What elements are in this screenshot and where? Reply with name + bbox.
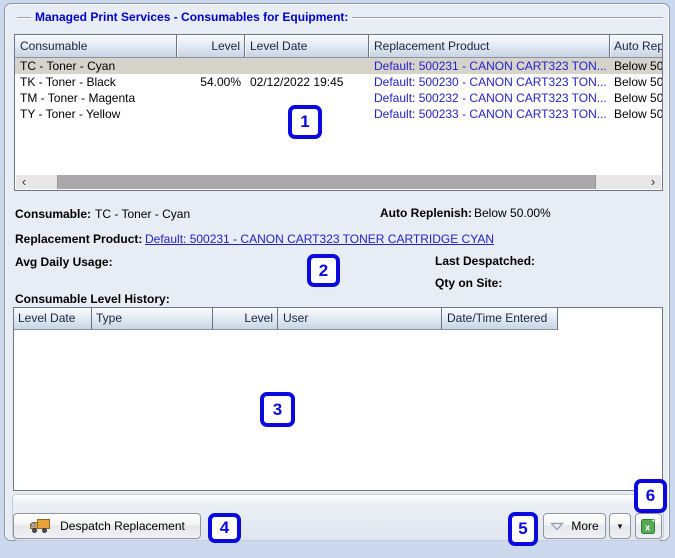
- scroll-right-icon[interactable]: ›: [645, 175, 661, 189]
- column-header-auto-rep[interactable]: Auto Rep: [610, 35, 662, 57]
- cell-replacement-product: Default: 500230 - CANON CART323 TON...: [374, 75, 607, 89]
- column-header-type[interactable]: Type: [92, 308, 213, 330]
- consumable-label: Consumable:: [15, 207, 92, 221]
- callout-4: 4: [208, 513, 241, 543]
- scrollbar-thumb[interactable]: [57, 175, 596, 189]
- more-dropdown-button[interactable]: ▼: [609, 513, 631, 539]
- more-label: More: [571, 519, 599, 533]
- consumables-table-header: Consumable Level Level Date Replacement …: [15, 35, 662, 58]
- replacement-product-label: Replacement Product:: [15, 232, 143, 246]
- triangle-down-outline-icon: [550, 522, 565, 531]
- column-header-date-time-entered[interactable]: Date/Time Entered: [442, 308, 558, 330]
- excel-export-icon: x: [640, 518, 657, 535]
- cell-level: [177, 106, 245, 122]
- svg-text:x: x: [645, 522, 651, 533]
- callout-3: 3: [260, 392, 295, 427]
- cell-level: [177, 90, 245, 106]
- screen: Managed Print Services - Consumables for…: [0, 0, 675, 558]
- caret-down-icon: ▼: [616, 521, 624, 531]
- despatch-replacement-label: Despatch Replacement: [60, 519, 185, 533]
- callout-2: 2: [307, 254, 340, 287]
- column-header-replacement-product[interactable]: Replacement Product: [369, 35, 610, 57]
- column-header-consumable[interactable]: Consumable: [15, 35, 177, 57]
- callout-6: 6: [634, 479, 667, 513]
- cell-level-date: [245, 90, 369, 106]
- consumables-table: Consumable Level Level Date Replacement …: [14, 34, 663, 191]
- cell-auto-rep: Below 50.: [614, 59, 662, 73]
- panel-title: Managed Print Services - Consumables for…: [31, 10, 353, 24]
- history-table-header: Level Date Type Level User Date/Time Ent…: [14, 308, 662, 330]
- export-to-excel-button[interactable]: x: [635, 513, 662, 539]
- column-header-level-date[interactable]: Level Date: [245, 35, 369, 57]
- truck-icon: [29, 518, 51, 534]
- column-header-level[interactable]: Level: [177, 35, 245, 57]
- consumable-value: TC - Toner - Cyan: [95, 207, 191, 221]
- cell-auto-rep: Below 50.: [614, 75, 662, 89]
- cell-consumable: TC - Toner - Cyan: [20, 59, 116, 73]
- cell-replacement-product: Default: 500233 - CANON CART323 TON...: [374, 107, 607, 121]
- column-header-level-date[interactable]: Level Date: [14, 308, 92, 330]
- more-button[interactable]: More: [543, 513, 606, 539]
- scroll-left-icon[interactable]: ‹: [16, 175, 32, 189]
- history-section-label: Consumable Level History:: [15, 292, 170, 306]
- table-row[interactable]: TC - Toner - Cyan Default: 500231 - CANO…: [15, 58, 662, 74]
- cell-level: [177, 58, 245, 74]
- horizontal-scrollbar[interactable]: ‹ ›: [16, 175, 661, 189]
- despatch-replacement-button[interactable]: Despatch Replacement: [13, 513, 201, 539]
- cell-replacement-product: Default: 500231 - CANON CART323 TON...: [374, 59, 607, 73]
- cell-level: 54.00%: [200, 75, 241, 89]
- cell-consumable: TM - Toner - Magenta: [20, 91, 136, 105]
- cell-auto-rep: Below 50.: [614, 91, 662, 105]
- table-row[interactable]: TK - Toner - Black 54.00% 02/12/2022 19:…: [15, 74, 662, 90]
- consumable-level-history-table: Level Date Type Level User Date/Time Ent…: [13, 307, 663, 491]
- auto-replenish-label: Auto Replenish:: [380, 206, 472, 220]
- cell-consumable: TK - Toner - Black: [20, 75, 116, 89]
- column-header-user[interactable]: User: [278, 308, 442, 330]
- callout-5: 5: [508, 512, 538, 546]
- column-header-level[interactable]: Level: [213, 308, 278, 330]
- cell-replacement-product: Default: 500232 - CANON CART323 TON...: [374, 91, 607, 105]
- qty-on-site-label: Qty on Site:: [435, 276, 503, 290]
- table-row[interactable]: TY - Toner - Yellow Default: 500233 - CA…: [15, 106, 662, 122]
- callout-1: 1: [288, 105, 322, 139]
- cell-level-date: [245, 58, 369, 74]
- cell-consumable: TY - Toner - Yellow: [20, 107, 121, 121]
- replacement-product-link[interactable]: Default: 500231 - CANON CART323 TONER CA…: [145, 232, 494, 246]
- consumables-panel: Managed Print Services - Consumables for…: [4, 3, 670, 546]
- cell-level-date: 02/12/2022 19:45: [250, 75, 344, 89]
- cell-auto-rep: Below 50.: [614, 107, 662, 121]
- last-despatched-label: Last Despatched:: [435, 254, 536, 268]
- table-row[interactable]: TM - Toner - Magenta Default: 500232 - C…: [15, 90, 662, 106]
- avg-daily-usage-label: Avg Daily Usage:: [15, 255, 113, 269]
- history-header-filler: [558, 308, 662, 330]
- auto-replenish-value: Below 50.00%: [474, 206, 551, 220]
